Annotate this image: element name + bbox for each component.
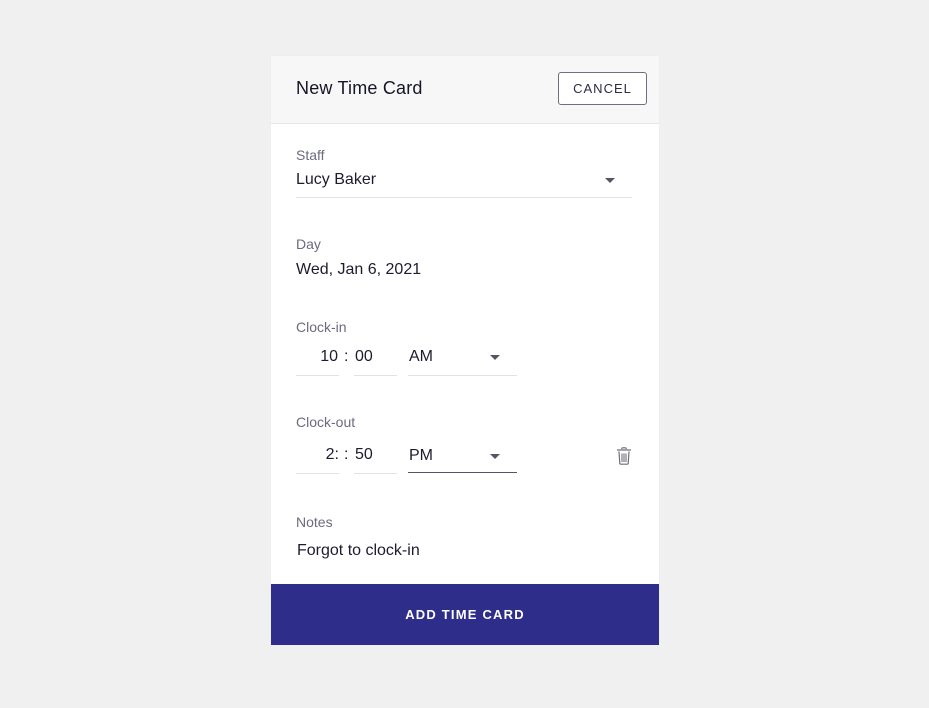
notes-input[interactable]: Forgot to clock-in [297,542,420,560]
clock-out-hour-underline [296,473,339,474]
clock-out-period-value: PM [409,447,433,464]
trash-icon[interactable] [616,447,632,465]
clock-out-period-select[interactable]: PM [408,444,517,474]
clock-out-minute-underline [354,473,397,474]
clock-in-minute-input[interactable]: 00 [354,346,397,376]
caret-down-icon [490,454,500,459]
clock-out-hour-value: 2: [325,446,339,463]
clock-out-minute-value: 50 [355,446,373,463]
notes-label: Notes [296,514,333,530]
time-card-dialog: New Time Card CANCEL Staff Lucy Baker Da… [271,56,659,645]
clock-out-hour-input[interactable]: 2: [296,444,339,474]
dialog-header: New Time Card CANCEL [271,56,659,124]
clock-out-period-underline [408,472,517,473]
clock-in-period-select[interactable]: AM [408,346,517,376]
staff-select[interactable]: Lucy Baker [296,168,632,198]
clock-in-separator: : [344,348,349,365]
clock-out-separator: : [344,446,349,463]
clock-in-hour-value: 10 [320,348,338,365]
clock-in-period-underline [408,375,517,376]
staff-underline [296,197,632,198]
dialog-title: New Time Card [296,78,423,98]
day-label: Day [296,236,321,252]
day-value[interactable]: Wed, Jan 6, 2021 [296,261,421,279]
clock-out-minute-input[interactable]: 50 [354,444,397,474]
clock-out-label: Clock-out [296,414,356,430]
cancel-button[interactable]: CANCEL [558,72,647,105]
add-time-card-button[interactable]: ADD TIME CARD [271,584,659,645]
clock-in-hour-underline [296,375,339,376]
clock-in-minute-value: 00 [355,348,373,365]
caret-down-icon [490,355,500,360]
clock-in-minute-underline [354,375,397,376]
clock-in-hour-input[interactable]: 10 [296,346,339,376]
staff-value: Lucy Baker [296,171,377,188]
caret-down-icon [605,178,615,183]
clock-in-label: Clock-in [296,319,347,335]
staff-label: Staff [296,147,325,163]
clock-in-period-value: AM [409,348,433,365]
